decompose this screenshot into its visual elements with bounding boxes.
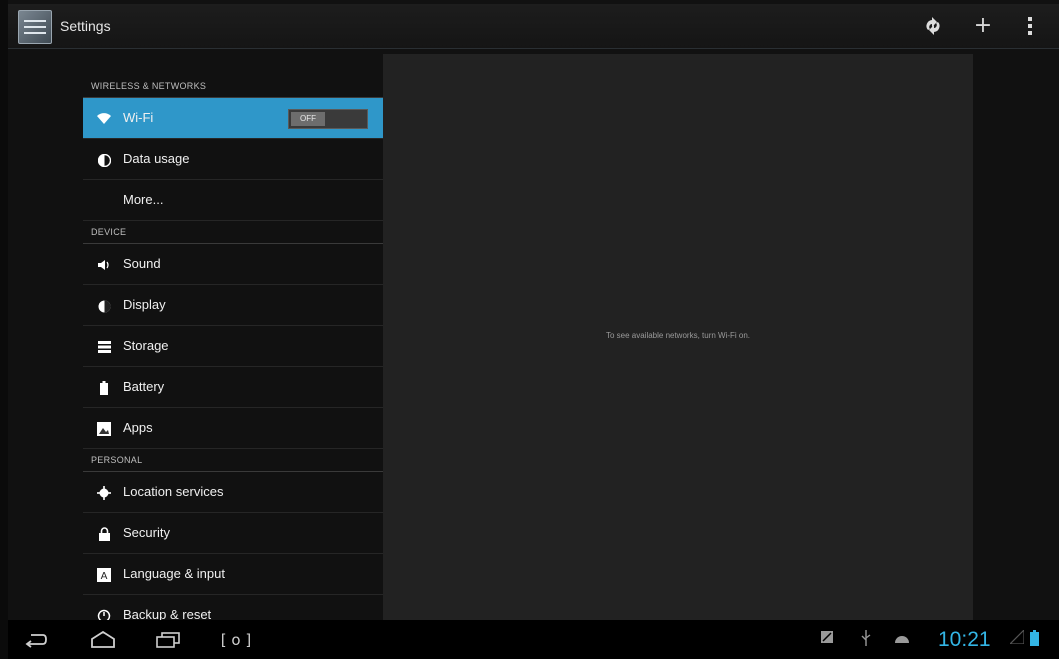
- usb-icon: [860, 630, 872, 652]
- data-usage-icon: [95, 139, 113, 179]
- settings-item-label: Sound: [123, 256, 161, 271]
- location-icon: [95, 472, 113, 512]
- settings-item-storage[interactable]: Storage: [83, 326, 383, 367]
- settings-item-sound[interactable]: Sound: [83, 244, 383, 285]
- system-bar: [ ο ] 10:21: [8, 620, 1059, 659]
- settings-item-label: Language & input: [123, 566, 225, 581]
- settings-item-label: Wi-Fi: [123, 110, 154, 125]
- signal-icon: [1008, 628, 1025, 650]
- settings-item-language[interactable]: A Language & input: [83, 554, 383, 595]
- settings-item-label: Display: [123, 297, 166, 312]
- settings-item-label: Battery: [123, 379, 165, 394]
- settings-item-display[interactable]: Display: [83, 285, 383, 326]
- settings-item-label: Storage: [123, 338, 169, 353]
- wifi-off-message: To see available networks, turn Wi-Fi on…: [605, 331, 751, 340]
- wifi-toggle[interactable]: OFF: [288, 109, 368, 129]
- settings-item-label: Location services: [123, 484, 224, 499]
- settings-item-label: Backup & reset: [123, 607, 212, 620]
- home-icon[interactable]: [83, 627, 123, 653]
- screen: Settings + WIRELESS & NETWORKS Wi-Fi OFF…: [8, 0, 1059, 659]
- settings-item-label: Security: [123, 525, 170, 540]
- settings-list: WIRELESS & NETWORKS Wi-Fi OFF Data usage: [83, 54, 383, 620]
- settings-item-location[interactable]: Location services: [83, 472, 383, 513]
- security-icon: [95, 513, 113, 553]
- settings-item-backup[interactable]: Backup & reset: [83, 595, 383, 620]
- settings-item-battery[interactable]: Battery: [83, 367, 383, 408]
- settings-item-wifi[interactable]: Wi-Fi OFF: [83, 98, 383, 139]
- settings-item-label: More...: [123, 192, 164, 207]
- back-icon[interactable]: [16, 627, 56, 653]
- clock[interactable]: 10:21: [938, 627, 991, 653]
- display-icon: [95, 285, 113, 325]
- settings-item-apps[interactable]: Apps: [83, 408, 383, 449]
- settings-item-label: Data usage: [123, 151, 190, 166]
- page-title: Settings: [60, 18, 111, 34]
- language-icon: A: [95, 554, 113, 594]
- settings-item-data-usage[interactable]: Data usage: [83, 139, 383, 180]
- wifi-detail-pane: To see available networks, turn Wi-Fi on…: [383, 54, 973, 620]
- section-header-personal: PERSONAL: [83, 449, 383, 472]
- battery-status-icon: [1030, 630, 1039, 652]
- section-header-wireless: WIRELESS & NETWORKS: [83, 75, 383, 98]
- battery-icon: [95, 367, 113, 407]
- screenshot-icon[interactable]: [ ο ]: [216, 627, 256, 653]
- settings-item-label: Apps: [123, 420, 153, 435]
- backup-icon: [95, 595, 113, 620]
- apps-icon: [95, 408, 113, 448]
- wifi-icon: [95, 98, 113, 138]
- settings-app-icon[interactable]: [18, 10, 52, 44]
- section-header-device: DEVICE: [83, 221, 383, 244]
- svg-text:A: A: [101, 571, 108, 582]
- action-bar: Settings +: [8, 4, 1059, 49]
- sync-icon[interactable]: [913, 10, 953, 42]
- overflow-menu-icon[interactable]: [1010, 10, 1050, 42]
- add-icon[interactable]: +: [963, 10, 1003, 42]
- sound-icon: [95, 244, 113, 284]
- settings-item-security[interactable]: Security: [83, 513, 383, 554]
- recent-apps-icon[interactable]: [148, 627, 188, 653]
- storage-icon: [95, 326, 113, 366]
- android-debug-icon: [894, 630, 910, 650]
- settings-item-more[interactable]: More...: [83, 180, 383, 221]
- notification-icon[interactable]: [820, 630, 834, 650]
- wifi-toggle-state: OFF: [291, 112, 325, 126]
